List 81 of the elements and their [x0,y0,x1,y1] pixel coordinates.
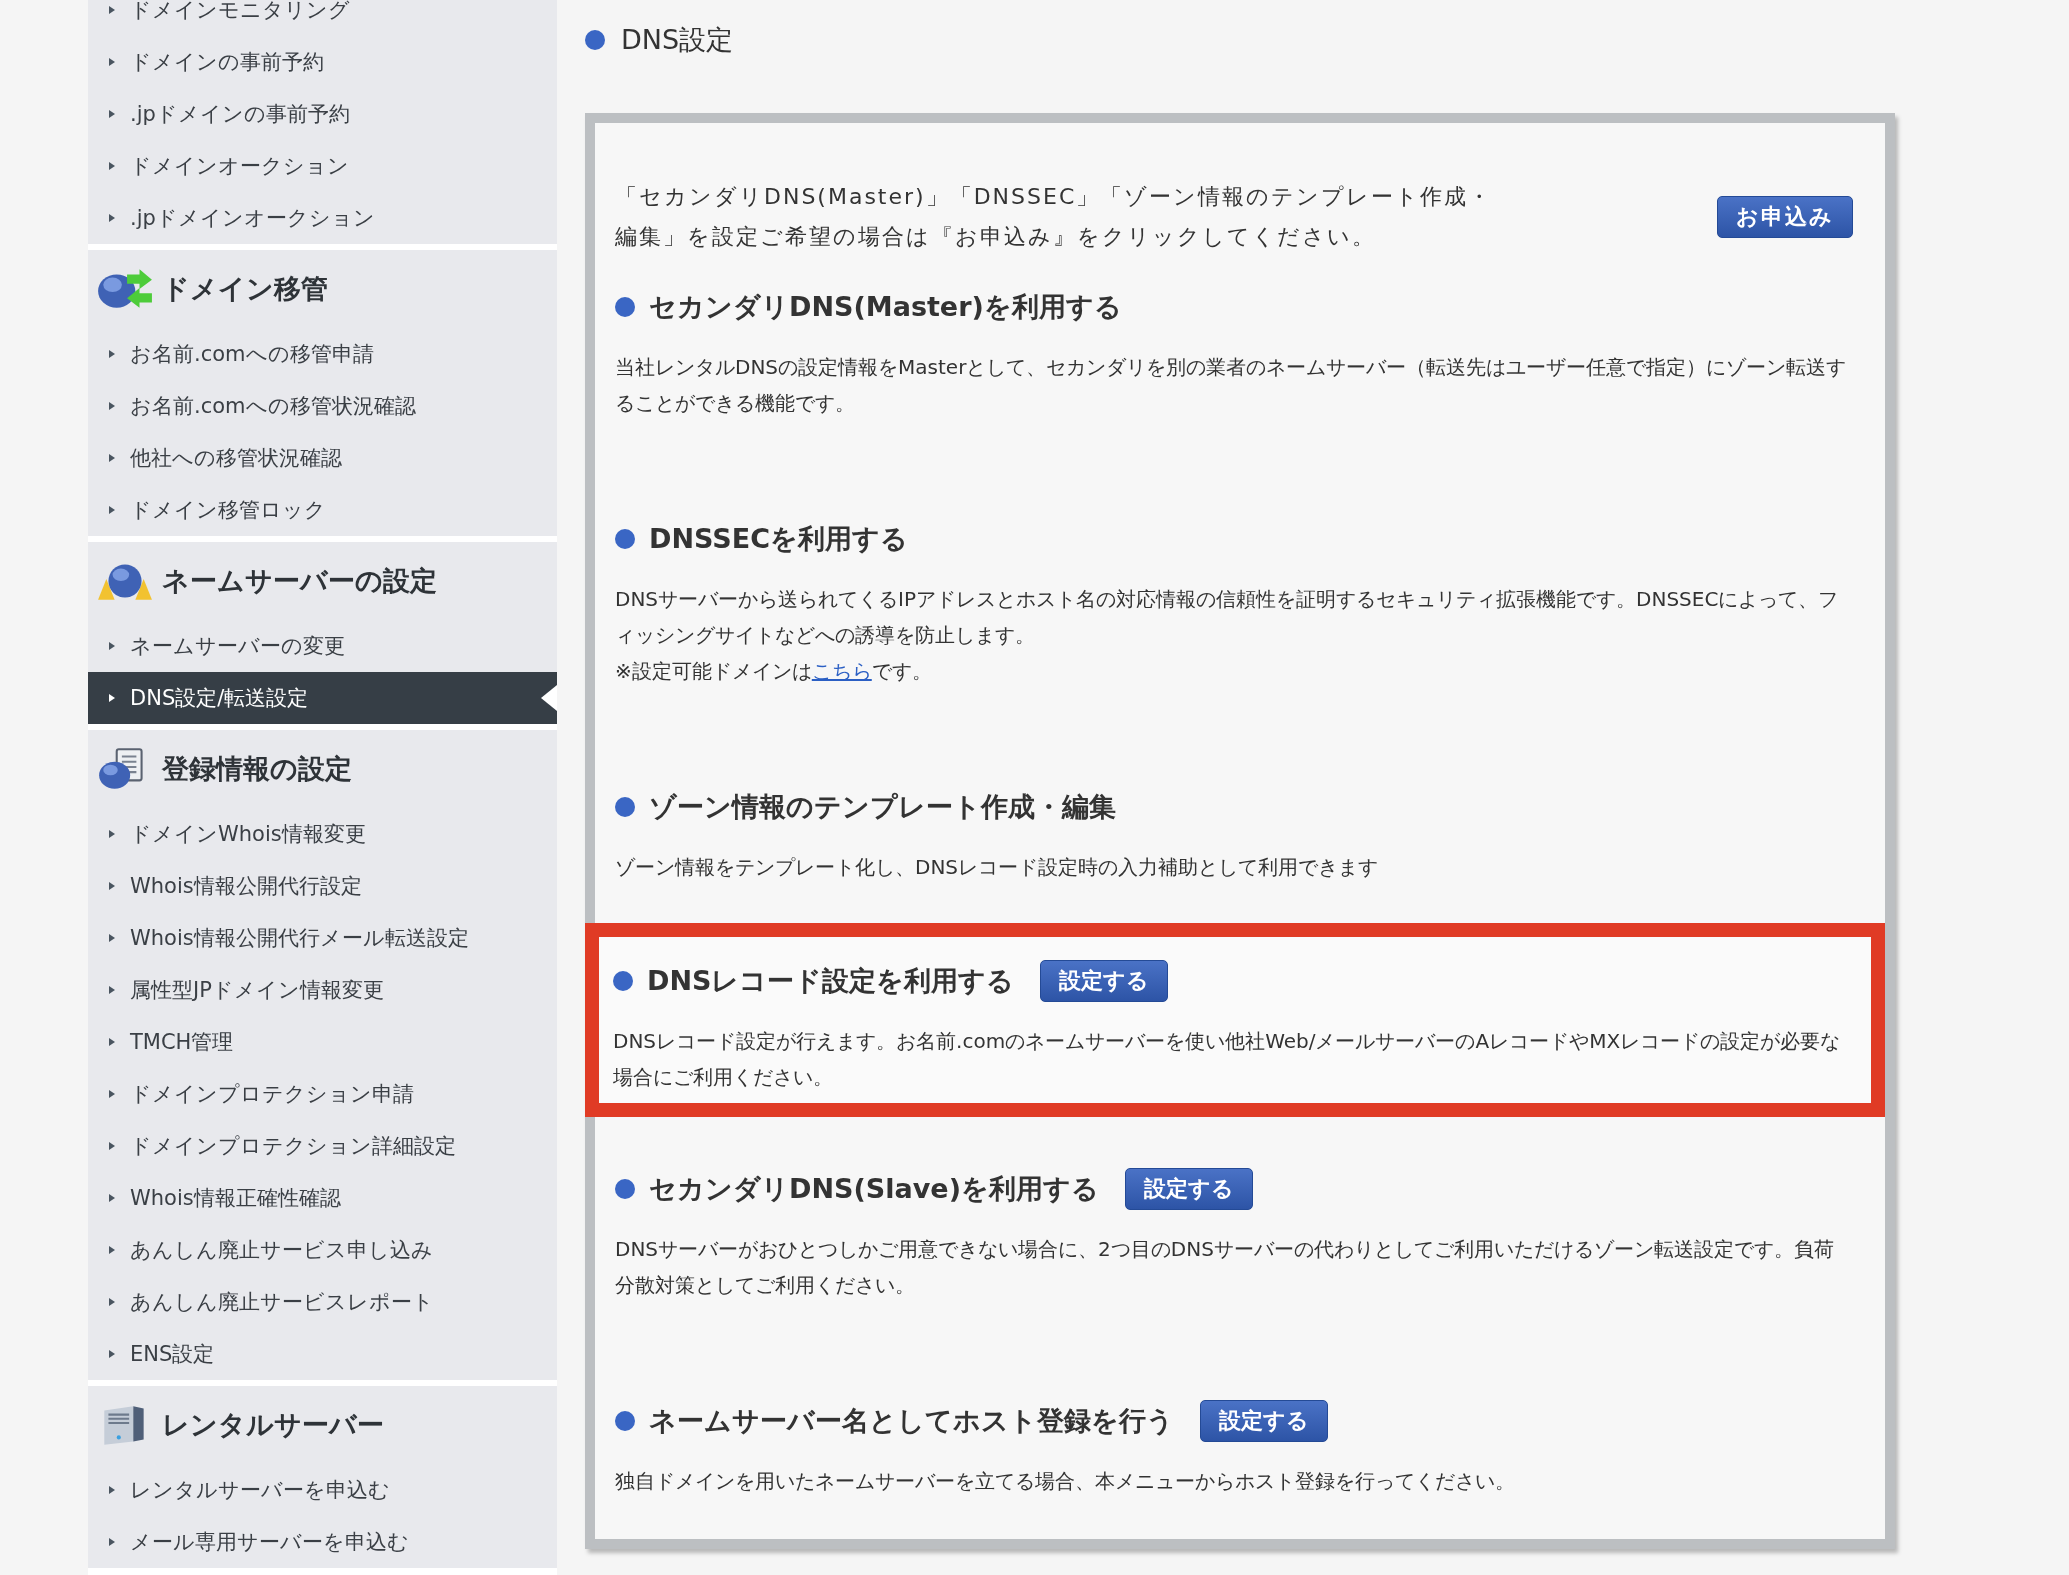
sidebar-item[interactable]: 属性型JPドメイン情報変更 [88,964,557,1016]
triangle-bullet-icon [108,5,116,15]
sidebar-item[interactable]: ドメインの事前予約 [88,36,557,88]
sidebar-item[interactable]: ENS設定 [88,1328,557,1380]
triangle-bullet-icon [108,1193,116,1203]
sidebar-item[interactable]: メール専用サーバーを申込む [88,1516,557,1568]
sidebar-item[interactable]: ドメイン移管ロック [88,484,557,536]
triangle-bullet-icon [108,1141,116,1151]
sidebar-section-title: ネームサーバーの設定 [162,564,437,598]
triangle-bullet-icon [108,933,116,943]
triangle-bullet-icon [108,1349,116,1359]
section-text: DNSサーバーがおひとつしかご用意できない場合に、2つ目のDNSサーバーの代わりとしてご利用いただけるゾーン転送設定です。負荷分散対策としてご利用ください。 [615,1236,1835,1299]
section-heading: セカンダリDNS(Slave)を利用する [649,1172,1099,1206]
sidebar-item[interactable]: 他社への移管状況確認 [88,432,557,484]
sidebar-item[interactable]: .jpドメインの事前予約 [88,88,557,140]
sidebar-section-title: レンタルサーバー [162,1408,384,1442]
sidebar-item[interactable]: ドメインプロテクション詳細設定 [88,1120,557,1172]
settings-button[interactable]: 設定する [1124,1168,1253,1210]
settings-button[interactable]: 設定する [1200,1400,1328,1442]
section-heading: ゾーン情報のテンプレート作成・編集 [649,790,1116,824]
triangle-bullet-icon [108,109,116,119]
triangle-bullet-icon [108,1037,116,1047]
triangle-bullet-icon [108,1245,116,1255]
section-text: ゾーン情報をテンプレート化し、DNSレコード設定時の入力補助として利用できます [615,854,1380,881]
triangle-bullet-icon [108,349,116,359]
triangle-bullet-icon [108,829,116,839]
sidebar-item[interactable]: Whois情報公開代行設定 [88,860,557,912]
bullet-dot-icon [615,297,635,317]
triangle-bullet-icon [108,57,116,67]
bullet-dot-icon [615,797,635,817]
triangle-bullet-icon [108,453,116,463]
bullet-dot-icon [585,30,605,50]
apply-button[interactable]: お申込み [1717,196,1853,238]
sidebar-item[interactable]: ネームサーバーの変更 [88,620,557,672]
triangle-bullet-icon [108,1297,116,1307]
sidebar-item[interactable]: あんしん廃止サービスレポート [88,1276,557,1328]
section-text: DNSサーバーから送られてくるIPアドレスとホスト名の対応情報の信頼性を証明するセキュリティ拡張機能です。DNSSECによって、フィッシングサイトなどへの誘導を防止します。 [615,586,1840,649]
section-text: ※設定可能ドメインはこちらです。 [615,658,933,685]
triangle-bullet-icon [108,881,116,891]
triangle-bullet-icon [108,641,116,651]
triangle-bullet-icon [108,693,116,703]
section-text: DNSレコード設定が行えます。お名前.comのネームサーバーを使い他社Web/メールサーバーのAレコードやMXレコードの設定が必要な場合にご利用ください。 [613,1028,1842,1091]
sidebar-item[interactable]: ドメインオークション [88,140,557,192]
sidebar-section-title: 登録情報の設定 [162,752,352,786]
triangle-bullet-icon [108,401,116,411]
triangle-bullet-icon [108,1089,116,1099]
section-heading: ネームサーバー名としてホスト登録を行う [649,1404,1174,1438]
section-heading: DNSSECを利用する [649,522,908,556]
bullet-dot-icon [615,1179,635,1199]
section-heading: DNSレコード設定を利用する [647,964,1015,998]
link[interactable]: こちら [811,659,872,683]
sidebar-item[interactable]: あんしん廃止サービス申し込み [88,1224,557,1276]
triangle-bullet-icon [108,1537,116,1547]
bullet-dot-icon [615,1411,635,1431]
settings-button[interactable]: 設定する [1040,960,1169,1002]
triangle-bullet-icon [108,161,116,171]
sidebar-item[interactable]: Whois情報正確性確認 [88,1172,557,1224]
sidebar-item[interactable]: お名前.comへの移管状況確認 [88,380,557,432]
section-heading: セカンダリDNS(Master)を利用する [649,290,1122,324]
sidebar-item[interactable]: DNS設定/転送設定 [88,672,557,724]
triangle-bullet-icon [108,1485,116,1495]
sidebar-item[interactable]: TMCH管理 [88,1016,557,1068]
bullet-dot-icon [615,529,635,549]
sidebar-item[interactable]: ドメインモニタリング [88,0,557,36]
sidebar-item[interactable]: .jpドメインオークション [88,192,557,244]
selection-pointer-icon [541,685,557,711]
triangle-bullet-icon [108,985,116,995]
sidebar-item[interactable]: お名前.comへの移管申請 [88,328,557,380]
section-text: 独自ドメインを用いたネームサーバーを立てる場合、本メニューからホスト登録を行ってください。 [615,1468,1516,1495]
page-title: DNS設定 [621,23,734,57]
globe-arrows-icon [96,268,154,310]
bullet-dot-icon [613,971,633,991]
sidebar-item[interactable]: レンタルサーバーを申込む [88,1464,557,1516]
sidebar-item[interactable]: ドメインプロテクション申請 [88,1068,557,1120]
section-text: 当社レンタルDNSの設定情報をMasterとして、セカンダリを別の業者のネームサーバー（転送先はユーザー任意で指定）にゾーン転送することができる機能です。 [615,354,1848,417]
sidebar-item[interactable]: Whois情報公開代行メール転送設定 [88,912,557,964]
sidebar-section-title: ドメイン移管 [162,272,328,306]
triangle-bullet-icon [108,213,116,223]
triangle-bullet-icon [108,505,116,515]
intro-text: 「セカンダリDNS(Master)」「DNSSEC」「ゾーン情報のテンプレート作成・ 編集」を設定ご希望の場合は『お申込み』をクリックしてください。 [615,183,1493,251]
sidebar-item[interactable]: ドメインWhois情報変更 [88,808,557,860]
